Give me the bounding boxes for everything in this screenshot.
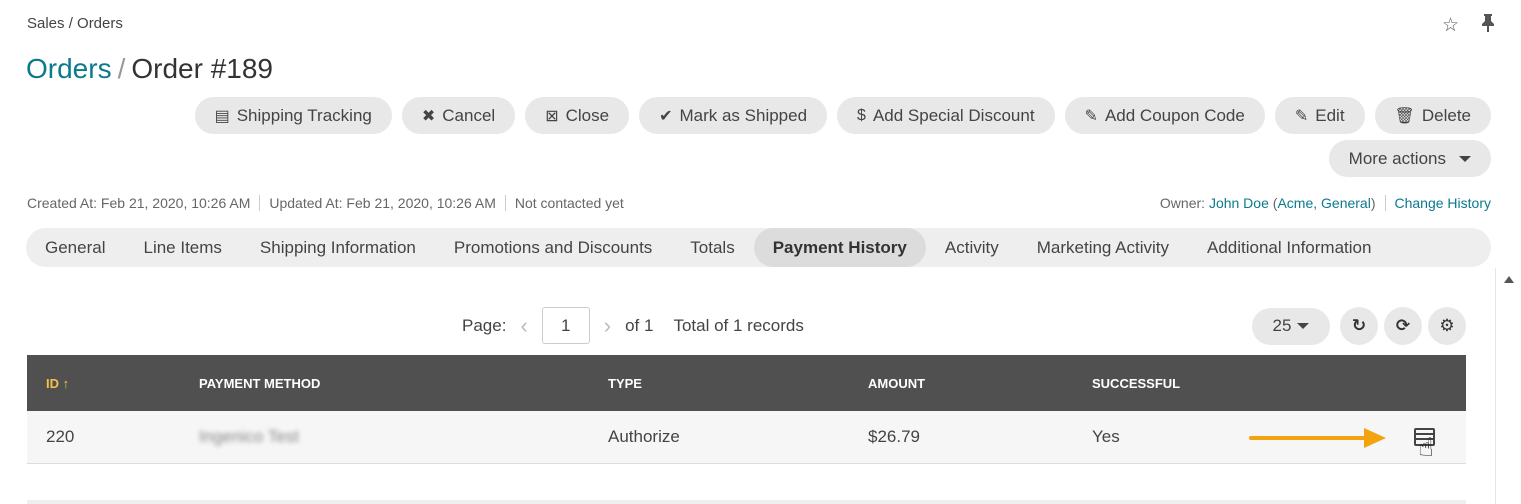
- tab-additional-information[interactable]: Additional Information: [1188, 228, 1390, 267]
- page-size-value: 25: [1272, 316, 1292, 335]
- owner-divider: [1384, 195, 1386, 211]
- header-actions: [1252, 355, 1466, 411]
- top-icons: ☆: [1442, 14, 1495, 36]
- cancel-label: Cancel: [442, 105, 496, 125]
- updated-at: Updated At: Feb 21, 2020, 10:26 AM: [269, 195, 496, 211]
- tab-shipping-information[interactable]: Shipping Information: [241, 228, 435, 267]
- orders-link[interactable]: Orders: [26, 53, 112, 84]
- pin-icon[interactable]: [1481, 14, 1495, 36]
- bottom-section-divider: [27, 500, 1466, 504]
- ticket-icon: ✎: [1084, 107, 1098, 125]
- cancel-button[interactable]: ✖ Cancel: [401, 97, 516, 134]
- tab-line-items[interactable]: Line Items: [124, 228, 240, 267]
- refresh-button[interactable]: ↻: [1340, 307, 1378, 345]
- more-actions-button[interactable]: More actions: [1328, 140, 1491, 177]
- organization-link[interactable]: Acme: [1277, 195, 1313, 211]
- grid-settings-button[interactable]: ⚙: [1428, 307, 1466, 345]
- contact-status: Not contacted yet: [514, 195, 624, 211]
- hand-pointer-cursor-icon: ☝: [1418, 432, 1434, 462]
- header-id-label: ID: [46, 375, 59, 391]
- tab-payment-history[interactable]: Payment History: [753, 228, 926, 267]
- created-at: Created At: Feb 21, 2020, 10:26 AM: [27, 195, 251, 211]
- cell-id: 220: [46, 427, 75, 446]
- prev-page-icon[interactable]: ‹: [520, 313, 527, 339]
- total-records: Total of 1 records: [673, 315, 804, 335]
- owner-paren-close: ): [1370, 195, 1376, 211]
- close-square-icon: ⊠: [545, 107, 559, 125]
- favorite-star-icon[interactable]: ☆: [1442, 16, 1459, 35]
- edit-label: Edit: [1315, 105, 1345, 125]
- page-count: of 1: [625, 315, 654, 335]
- mark-as-shipped-button[interactable]: ✔ Mark as Shipped: [639, 97, 828, 134]
- owner-comma: ,: [1313, 195, 1318, 211]
- reset-button[interactable]: ⟳: [1384, 307, 1422, 345]
- add-coupon-code-label: Add Coupon Code: [1104, 105, 1245, 125]
- reset-icon: ⟳: [1395, 316, 1411, 335]
- cell-successful: Yes: [1092, 427, 1120, 446]
- cell-payment-method: Ingenico Test: [199, 427, 299, 446]
- owner-label: Owner:: [1159, 195, 1206, 211]
- edit-button[interactable]: ✎ Edit: [1274, 97, 1365, 134]
- tab-activity[interactable]: Activity: [926, 228, 1018, 267]
- cell-amount: $26.79: [868, 427, 920, 446]
- meta-divider: [504, 195, 506, 211]
- add-coupon-code-button[interactable]: ✎ Add Coupon Code: [1064, 97, 1265, 134]
- delete-button[interactable]: 🗑 Delete: [1374, 97, 1491, 134]
- delete-label: Delete: [1421, 105, 1471, 125]
- tab-marketing-activity[interactable]: Marketing Activity: [1018, 228, 1188, 267]
- close-label: Close: [565, 105, 610, 125]
- page-title: Orders / Order #189: [26, 53, 273, 85]
- scrollbar[interactable]: [1495, 268, 1521, 504]
- breadcrumb: Sales / Orders: [27, 15, 123, 32]
- list-icon: ▤: [214, 107, 230, 125]
- dollar-icon: $: [857, 106, 866, 124]
- change-history-link[interactable]: Change History: [1395, 195, 1492, 211]
- shipping-tracking-label: Shipping Tracking: [236, 105, 372, 125]
- close-x-icon: ✖: [421, 107, 436, 125]
- trash-icon: 🗑: [1394, 107, 1415, 125]
- scroll-up-icon[interactable]: [1504, 276, 1514, 283]
- record-meta: Created At: Feb 21, 2020, 10:26 AM Updat…: [27, 195, 624, 211]
- header-id[interactable]: ID ↑: [27, 376, 199, 391]
- header-successful[interactable]: SUCCESSFUL: [1092, 376, 1252, 391]
- more-actions-label: More actions: [1348, 148, 1446, 168]
- business-unit-link[interactable]: General: [1321, 195, 1371, 211]
- cell-type: Authorize: [608, 427, 680, 446]
- table-header: ID ↑ PAYMENT METHOD TYPE AMOUNT SUCCESSF…: [27, 355, 1466, 411]
- order-title: Order #189: [131, 53, 273, 84]
- add-special-discount-label: Add Special Discount: [872, 105, 1035, 125]
- meta-divider: [259, 195, 261, 211]
- annotation-arrow: [1249, 436, 1367, 440]
- tab-general[interactable]: General: [26, 228, 124, 267]
- owner-info: Owner: John Doe (Acme, General) Change H…: [1160, 195, 1491, 211]
- payment-history-table: ID ↑ PAYMENT METHOD TYPE AMOUNT SUCCESSF…: [27, 355, 1466, 464]
- mark-as-shipped-label: Mark as Shipped: [679, 105, 808, 125]
- checkmark-icon: ✔: [659, 107, 673, 125]
- page-number-input[interactable]: [541, 307, 590, 344]
- tab-totals[interactable]: Totals: [671, 228, 753, 267]
- chevron-down-icon: [1297, 323, 1310, 329]
- header-type[interactable]: TYPE: [608, 376, 868, 391]
- section-tabs: General Line Items Shipping Information …: [26, 228, 1491, 267]
- refresh-icon: ↻: [1351, 316, 1367, 335]
- title-separator: /: [117, 53, 126, 84]
- annotation-arrow-head: [1364, 428, 1386, 448]
- grid-toolbar: 25 ↻ ⟳ ⚙: [1252, 307, 1466, 345]
- page-size-select[interactable]: 25: [1252, 307, 1330, 345]
- action-buttons: ▤ Shipping Tracking ✖ Cancel ⊠ Close ✔ Mark …: [194, 97, 1491, 134]
- header-payment-method[interactable]: PAYMENT METHOD: [199, 376, 608, 391]
- page-label: Page:: [462, 315, 507, 335]
- owner-name-link[interactable]: John Doe: [1209, 195, 1269, 211]
- header-amount[interactable]: AMOUNT: [868, 376, 1092, 391]
- sort-ascending-icon: ↑: [62, 375, 70, 391]
- shipping-tracking-button[interactable]: ▤ Shipping Tracking: [194, 97, 392, 134]
- tab-promotions-and-discounts[interactable]: Promotions and Discounts: [435, 228, 671, 267]
- pagination: Page: ‹ › of 1 Total of 1 records: [462, 307, 804, 344]
- close-button[interactable]: ⊠ Close: [525, 97, 630, 134]
- chevron-down-icon: [1459, 155, 1471, 162]
- add-special-discount-button[interactable]: $ Add Special Discount: [837, 97, 1055, 134]
- gear-icon: ⚙: [1439, 316, 1455, 335]
- edit-icon: ✎: [1294, 107, 1309, 125]
- next-page-icon[interactable]: ›: [604, 313, 611, 339]
